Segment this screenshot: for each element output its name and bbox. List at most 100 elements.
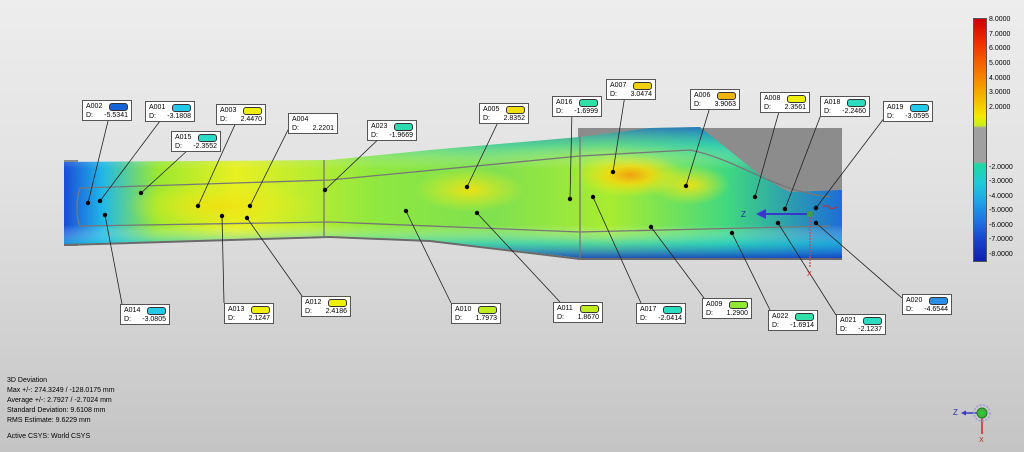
deviation-viewport[interactable]: Z X: [0, 0, 1024, 452]
callout-value: -1.6914: [790, 322, 814, 329]
callout-label: A004: [292, 116, 309, 123]
callout-A018[interactable]: A018 D: -2.2460: [820, 96, 870, 117]
callout-value: 1.7973: [475, 315, 497, 322]
callout-value: 2.4470: [240, 116, 262, 123]
deviation-swatch: [328, 298, 347, 307]
deviation-swatch: [787, 94, 806, 103]
legend-label: 7.0000: [989, 31, 1011, 38]
callout-A023[interactable]: A023 D: -1.9669: [367, 120, 417, 141]
callout-value: -3.0805: [142, 316, 166, 323]
callout-label: A022: [772, 313, 789, 320]
active-csys: Active CSYS: World CSYS: [7, 433, 91, 440]
legend-label: 4.0000: [989, 75, 1011, 82]
deviation-swatch: [579, 98, 598, 107]
callout-prefix: D:: [483, 115, 490, 122]
callout-value: -5.5341: [104, 112, 128, 119]
callout-label: A014: [124, 307, 141, 314]
legend-label: -8.0000: [989, 251, 1013, 258]
deviation-swatch: [251, 305, 270, 314]
callout-value: -3.0595: [905, 113, 929, 120]
callout-label: A007: [610, 82, 627, 89]
callout-A022[interactable]: A022 D: -1.6914: [768, 310, 818, 331]
callout-A001[interactable]: A001 D: -3.1808: [145, 101, 195, 122]
legend-label: 2.0000: [989, 104, 1011, 111]
callout-value: -2.0414: [658, 315, 682, 322]
part-csys-z-label: Z: [741, 210, 746, 219]
callout-label: A017: [640, 306, 657, 313]
deviation-swatch: [663, 305, 682, 314]
callout-prefix: D:: [840, 326, 847, 333]
callout-value: -2.2460: [842, 108, 866, 115]
callout-A020[interactable]: A020 D: -4.6544: [902, 294, 952, 315]
callout-prefix: D:: [305, 308, 312, 315]
callout-prefix: D:: [557, 314, 564, 321]
callout-prefix: D:: [887, 113, 894, 120]
callout-value: -3.1808: [167, 113, 191, 120]
callout-A008[interactable]: A008 D: 2.3561: [760, 92, 810, 113]
callout-value: -2.3552: [193, 143, 217, 150]
callout-A011[interactable]: A011 D: 1.8670: [553, 302, 603, 323]
legend-label: 3.0000: [989, 89, 1011, 96]
callout-A017[interactable]: A017 D: -2.0414: [636, 303, 686, 324]
callout-label: A015: [175, 134, 192, 141]
stats-rms: RMS Estimate: 9.6229 mm: [7, 417, 91, 424]
callout-A014[interactable]: A014 D: -3.0805: [120, 304, 170, 325]
view-triad-icon[interactable]: Z X: [950, 398, 1000, 444]
callout-A019[interactable]: A019 D: -3.0595: [883, 101, 933, 122]
callout-value: -1.9669: [389, 132, 413, 139]
callout-prefix: D:: [175, 143, 182, 150]
deviation-swatch: [729, 300, 748, 309]
callout-label: A013: [228, 306, 245, 313]
callout-prefix: D:: [824, 108, 831, 115]
callout-prefix: D:: [149, 113, 156, 120]
callout-prefix: D:: [706, 310, 713, 317]
callout-prefix: D:: [220, 116, 227, 123]
callout-A015[interactable]: A015 D: -2.3552: [171, 131, 221, 152]
callout-label: A021: [840, 317, 857, 324]
callout-prefix: D:: [228, 315, 235, 322]
callout-A013[interactable]: A013 D: 2.1247: [224, 303, 274, 324]
legend-label: -5.0000: [989, 207, 1013, 214]
deviation-swatch: [147, 306, 166, 315]
callout-A021[interactable]: A021 D: -2.1237: [836, 314, 886, 335]
callout-prefix: D:: [764, 104, 771, 111]
callout-A002[interactable]: A002 D: -5.5341: [82, 100, 132, 121]
legend-label: -4.0000: [989, 193, 1013, 200]
callout-label: A012: [305, 299, 322, 306]
legend-label: -2.0000: [989, 164, 1013, 171]
callout-A016[interactable]: A016 D: -1.6999: [552, 96, 602, 117]
callout-label: A016: [556, 99, 573, 106]
callout-A012[interactable]: A012 D: 2.4186: [301, 296, 351, 317]
callout-A010[interactable]: A010 D: 1.7973: [451, 303, 501, 324]
callout-value: -2.1237: [858, 326, 882, 333]
callout-label: A010: [455, 306, 472, 313]
callout-label: A001: [149, 104, 166, 111]
deviation-swatch: [717, 91, 736, 100]
stats-average: Average +/-: 2.7927 / -2.7024 mm: [7, 397, 112, 404]
callout-label: A020: [906, 297, 923, 304]
deviation-swatch: [506, 105, 525, 114]
deviation-swatch: [580, 304, 599, 313]
legend-label: -7.0000: [989, 236, 1013, 243]
callout-value: 2.4186: [325, 308, 347, 315]
deviation-swatch: [910, 103, 929, 112]
callout-label: A023: [371, 123, 388, 130]
callout-prefix: D:: [694, 101, 701, 108]
callout-A003[interactable]: A003 D: 2.4470: [216, 104, 266, 125]
deviation-statistics: 3D Deviation Max +/-: 274.3249 / -128.01…: [7, 376, 115, 442]
callout-A007[interactable]: A007 D: 3.0474: [606, 79, 656, 100]
callout-label: A003: [220, 107, 237, 114]
callout-A009[interactable]: A009 D: 1.2900: [702, 298, 752, 319]
callout-label: A018: [824, 99, 841, 106]
callout-A006[interactable]: A006 D: 3.9063: [690, 89, 740, 110]
deviation-swatch: [847, 98, 866, 107]
callout-label: A006: [694, 92, 711, 99]
callout-prefix: D:: [371, 132, 378, 139]
callout-label: A011: [557, 305, 573, 312]
legend-label: 8.0000: [989, 16, 1011, 23]
callout-A004[interactable]: A004 D: 2.2201: [288, 113, 338, 134]
callout-value: 1.2900: [726, 310, 748, 317]
callout-value: 2.3561: [784, 104, 806, 111]
callout-A005[interactable]: A005 D: 2.8352: [479, 103, 529, 124]
callout-prefix: D:: [455, 315, 462, 322]
